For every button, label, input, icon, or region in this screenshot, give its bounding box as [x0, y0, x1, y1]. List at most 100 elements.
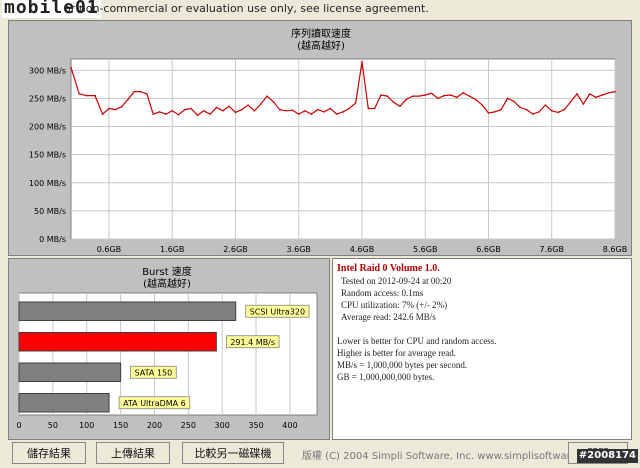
data-point: [196, 114, 199, 117]
data-point: [437, 97, 439, 100]
data-point: [266, 95, 268, 97]
sequential-read-panel: 序列讀取速度 (越高越好) 0 MB/s 50 MB/s 100 MB/s 150 M…: [8, 20, 632, 256]
data-point: [234, 111, 237, 114]
data-point: [367, 107, 370, 110]
data-point: [272, 100, 275, 103]
data-point: [177, 113, 180, 116]
data-point: [278, 108, 281, 111]
bar-label: ATA UltraDMA 6: [123, 399, 186, 408]
data-point: [190, 107, 192, 110]
bar-label: SCSI Ultra320: [250, 307, 305, 316]
data-point: [557, 111, 559, 114]
data-point: [418, 95, 420, 97]
burst-bar: [18, 301, 237, 321]
data-point: [86, 94, 88, 97]
data-point: [222, 109, 224, 112]
x-tick-label: 3.6GB: [287, 245, 311, 254]
data-point: [449, 94, 452, 96]
y-tick-label: 100 MB/s: [29, 179, 66, 188]
data-point: [443, 94, 446, 97]
data-point: [550, 109, 553, 112]
x-tick-label: 1.6GB: [160, 245, 184, 254]
data-point: [127, 98, 129, 101]
burst-speed-chart: Burst 速度 (越高越好) 0 50 100 150 200 250 300 350 400…: [16, 265, 318, 430]
data-point: [411, 95, 414, 97]
data-point: [247, 104, 249, 106]
data-point: [582, 103, 585, 105]
x-tick-label: 7.6GB: [540, 245, 564, 254]
data-point: [120, 106, 123, 108]
bar-chart-title: Burst 速度: [142, 265, 192, 278]
data-point: [373, 107, 376, 110]
y-tick-label: 200 MB/s: [29, 123, 66, 132]
data-point: [525, 108, 528, 111]
data-point: [392, 101, 395, 104]
x-tick-label: 4.6GB: [350, 245, 374, 254]
data-point: [424, 94, 427, 96]
data-point: [171, 109, 174, 112]
data-point: [506, 97, 509, 100]
burst-speed-panel: Burst 速度 (越高越好) 0 50 100 150 200 250 300 350 400…: [8, 258, 330, 440]
data-point: [285, 109, 287, 112]
data-point: [588, 93, 591, 95]
bar-x-tick-label: 350: [248, 421, 263, 430]
data-point: [342, 111, 344, 113]
data-point: [101, 113, 104, 115]
info-line: CPU utilization: 7% (+/- 2%): [341, 300, 448, 310]
data-point: [386, 95, 389, 97]
data-point: [487, 112, 490, 114]
x-tick-label: 0.6GB: [97, 245, 121, 254]
sequential-read-chart: 序列讀取速度 (越高越好) 0 MB/s 50 MB/s 100 MB/s 150 M…: [29, 27, 627, 254]
data-point: [291, 109, 294, 111]
data-point: [316, 108, 319, 111]
x-tick-label: 8.6GB: [603, 245, 627, 254]
info-note: Higher is better for average read.: [337, 348, 456, 358]
data-point: [475, 98, 477, 101]
x-tick-label: 6.6GB: [476, 245, 500, 254]
compare-drive-button[interactable]: 比較另一磁碟機: [182, 442, 284, 464]
data-point: [209, 113, 211, 115]
y-tick-label: 0 MB/s: [39, 235, 66, 244]
data-point: [462, 91, 464, 94]
y-tick-label: 50 MB/s: [34, 207, 66, 216]
data-point: [614, 90, 616, 93]
data-point: [139, 90, 142, 93]
license-notice: or non-commercial or evaluation use only…: [64, 2, 429, 15]
data-point: [481, 104, 483, 106]
data-point: [70, 66, 72, 69]
watermark-stamp: #2008174: [576, 449, 638, 463]
data-point: [165, 113, 167, 115]
bar-x-tick-label: 0: [16, 421, 21, 430]
y-tick-label: 250 MB/s: [29, 94, 66, 103]
data-point: [607, 91, 610, 94]
data-point: [456, 96, 458, 99]
test-info-panel: Intel Raid 0 Volume 1.0. Tested on 2012-…: [332, 258, 632, 440]
data-point: [544, 104, 547, 106]
x-tick-label: 2.6GB: [223, 245, 247, 254]
upload-results-button[interactable]: 上傳結果: [96, 442, 170, 464]
bar-x-tick-label: 250: [181, 421, 196, 430]
data-point: [601, 94, 604, 96]
data-point: [512, 100, 515, 102]
info-line: Random access: 0.1ms: [341, 288, 424, 298]
save-results-button[interactable]: 儲存結果: [12, 442, 86, 464]
data-point: [399, 105, 401, 108]
data-point: [595, 96, 597, 99]
data-point: [563, 108, 566, 111]
data-point: [531, 113, 534, 115]
data-point: [468, 95, 471, 97]
info-note: GB = 1,000,000,000 bytes.: [337, 372, 435, 382]
data-point: [538, 111, 540, 113]
data-point: [94, 94, 96, 97]
data-point: [215, 106, 218, 109]
data-point: [304, 109, 306, 112]
data-point: [184, 108, 186, 111]
burst-bar: [18, 332, 217, 352]
data-point: [146, 93, 148, 95]
data-point: [158, 111, 161, 113]
bar-x-tick-label: 200: [147, 421, 162, 430]
data-point: [240, 108, 243, 111]
data-point: [361, 61, 363, 63]
info-line: Average read: 242.6 MB/s: [341, 312, 436, 322]
line-chart-subtitle: (越高越好): [297, 39, 345, 52]
